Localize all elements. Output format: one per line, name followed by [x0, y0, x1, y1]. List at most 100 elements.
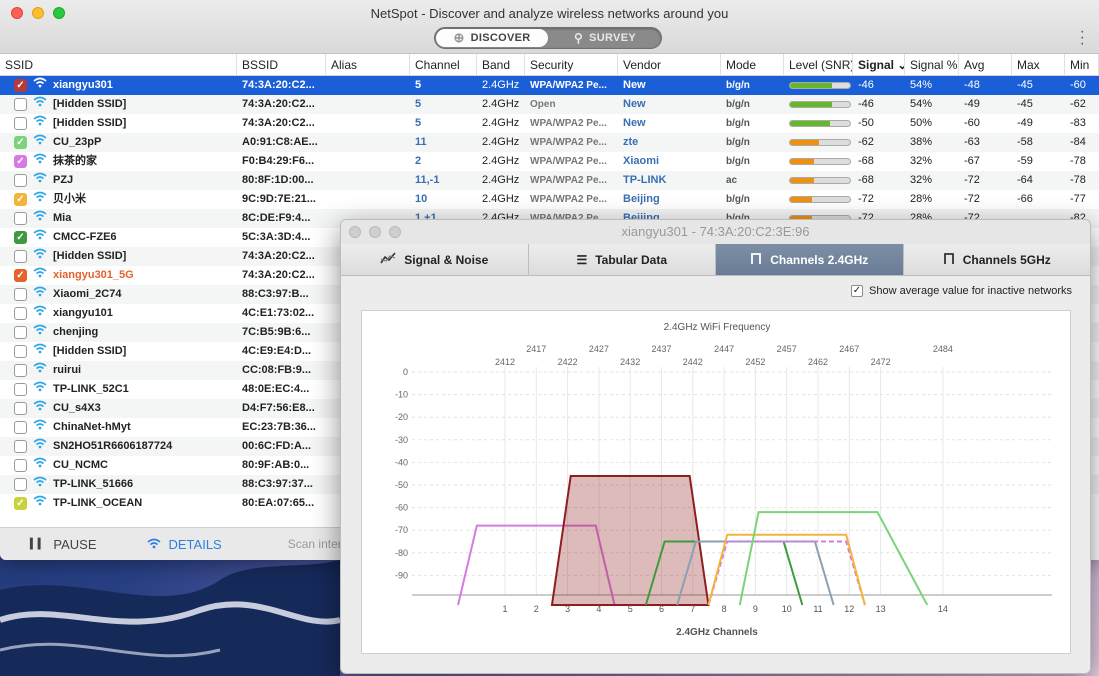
detail-zoom-button[interactable]: [389, 226, 401, 238]
network-checkbox[interactable]: ✓: [14, 497, 27, 510]
snr-level-bar: [789, 158, 851, 165]
column-header-max[interactable]: Max: [1012, 54, 1065, 75]
column-header-level-snr[interactable]: Level (SNR): [784, 54, 853, 75]
signal-pct-cell: 32%: [910, 174, 933, 186]
ssid-label: chenjing: [53, 326, 99, 338]
frequency-label: 2432: [620, 357, 640, 367]
network-checkbox[interactable]: [14, 98, 27, 111]
network-checkbox[interactable]: [14, 345, 27, 358]
discover-label: DISCOVER: [470, 32, 531, 44]
bssid-cell: 7C:B5:9B:6...: [242, 326, 311, 338]
average-option-checkbox[interactable]: ✓: [851, 285, 863, 297]
network-checkbox[interactable]: [14, 364, 27, 377]
pause-button[interactable]: ▍▍ PAUSE: [30, 537, 97, 552]
tab-label: Signal & Noise: [404, 252, 489, 267]
table-row[interactable]: [Hidden SSID] 74:3A:20:C2... 5 2.4GHz WPA/WP…: [0, 114, 1099, 133]
channel-cell: 2: [415, 155, 422, 167]
x-tick-label: 5: [628, 604, 633, 614]
y-tick-label: -40: [395, 457, 408, 467]
signal-pct-cell: 54%: [910, 98, 933, 110]
vendor-cell: New: [623, 79, 646, 91]
column-header-vendor[interactable]: Vendor: [618, 54, 721, 75]
avg-cell: -48: [964, 79, 980, 91]
band-cell: 2.4GHz: [482, 174, 520, 186]
alias-cell: [326, 152, 410, 171]
column-header-min[interactable]: Min: [1065, 54, 1099, 75]
bottom-toolbar: ▍▍ PAUSE DETAILS Scan interva: [0, 527, 354, 560]
table-row[interactable]: ✓ CU_23pP A0:91:C8:AE... 11 2.4GHz WPA/WPA2 P…: [0, 133, 1099, 152]
security-cell: WPA/WPA2 Pe...: [530, 80, 607, 91]
ssid-cell: xiangyu101: [0, 304, 237, 323]
network-checkbox[interactable]: [14, 326, 27, 339]
network-checkbox[interactable]: ✓: [14, 155, 27, 168]
band-cell: 2.4GHz: [482, 193, 520, 205]
network-checkbox[interactable]: ✓: [14, 136, 27, 149]
bssid-cell: 88:C3:97:B...: [242, 288, 309, 300]
wifi-signal-icon: [33, 95, 47, 114]
column-header-signal[interactable]: Signal %: [905, 54, 959, 75]
column-header-band[interactable]: Band: [477, 54, 525, 75]
network-checkbox[interactable]: [14, 212, 27, 225]
tab-channels-5ghz[interactable]: Channels 5GHz: [903, 244, 1090, 275]
network-checkbox[interactable]: ✓: [14, 269, 27, 282]
wifi-signal-icon: [33, 266, 47, 285]
wifi-signal-icon: [33, 494, 47, 513]
ssid-cell: ✓ TP-LINK_OCEAN: [0, 494, 237, 513]
network-checkbox[interactable]: [14, 440, 27, 453]
network-checkbox[interactable]: [14, 421, 27, 434]
table-row[interactable]: [Hidden SSID] 74:3A:20:C2... 5 2.4GHz Open Ne…: [0, 95, 1099, 114]
detail-tabs: Signal & Noise ☰ Tabular Data Channels 2…: [341, 244, 1090, 276]
network-checkbox[interactable]: [14, 383, 27, 396]
vendor-cell: Xiaomi: [623, 155, 660, 167]
discover-mode-button[interactable]: ⊕ DISCOVER: [436, 29, 548, 47]
column-header-mode[interactable]: Mode: [721, 54, 784, 75]
network-checkbox[interactable]: ✓: [14, 79, 27, 92]
detail-minimize-button[interactable]: [369, 226, 381, 238]
bssid-cell: 74:3A:20:C2...: [242, 269, 315, 281]
ssid-cell: Mia: [0, 209, 237, 228]
table-row[interactable]: ✓ 贝小米 9C:9D:7E:21... 10 2.4GHz WPA/WPA2 Pe...…: [0, 190, 1099, 209]
details-button[interactable]: DETAILS: [146, 537, 222, 552]
max-cell: -59: [1017, 155, 1033, 167]
column-header-ssid[interactable]: SSID: [0, 54, 237, 75]
min-cell: -83: [1070, 117, 1086, 129]
column-header-channel[interactable]: Channel: [410, 54, 477, 75]
network-checkbox[interactable]: [14, 250, 27, 263]
detail-close-button[interactable]: [349, 226, 361, 238]
network-checkbox[interactable]: [14, 459, 27, 472]
signal-pct-cell: 32%: [910, 155, 933, 167]
more-options-icon[interactable]: · · ·: [1080, 24, 1085, 52]
table-row[interactable]: PZJ 80:8F:1D:00... 11,-1 2.4GHz WPA/WPA2 Pe.…: [0, 171, 1099, 190]
level-cell: [784, 95, 853, 114]
x-tick-label: 4: [596, 604, 601, 614]
column-header-alias[interactable]: Alias: [326, 54, 410, 75]
table-row[interactable]: ✓ 抹茶的家 F0:B4:29:F6... 2 2.4GHz WPA/WPA2 Pe...…: [0, 152, 1099, 171]
column-header-security[interactable]: Security: [525, 54, 618, 75]
ssid-cell: SN2HO51R6606187724: [0, 437, 237, 456]
x-tick-label: 10: [782, 604, 792, 614]
network-checkbox[interactable]: [14, 402, 27, 415]
network-checkbox[interactable]: [14, 117, 27, 130]
min-cell: -62: [1070, 98, 1086, 110]
wifi-signal-icon: [33, 190, 47, 209]
network-checkbox[interactable]: ✓: [14, 231, 27, 244]
table-row[interactable]: ✓ xiangyu301 74:3A:20:C2... 5 2.4GHz WPA/WPA2…: [0, 76, 1099, 95]
tab-signal-noise[interactable]: Signal & Noise: [341, 244, 529, 275]
column-header-avg[interactable]: Avg: [959, 54, 1012, 75]
survey-mode-button[interactable]: ⚲ SURVEY: [549, 28, 661, 48]
tab-channels-24ghz[interactable]: Channels 2.4GHz: [716, 244, 904, 275]
alias-cell: [326, 190, 410, 209]
network-checkbox[interactable]: [14, 478, 27, 491]
bssid-cell: 74:3A:20:C2...: [242, 98, 315, 110]
network-checkbox[interactable]: [14, 288, 27, 301]
snr-level-fill: [790, 83, 832, 88]
mode-cell: b/g/n: [726, 118, 750, 129]
network-checkbox[interactable]: [14, 174, 27, 187]
signal-cell: -68: [858, 155, 874, 167]
tab-tabular-data[interactable]: ☰ Tabular Data: [528, 244, 716, 275]
network-checkbox[interactable]: [14, 307, 27, 320]
network-checkbox[interactable]: ✓: [14, 193, 27, 206]
pause-icon: ▍▍: [30, 538, 46, 550]
column-header-bssid[interactable]: BSSID: [237, 54, 326, 75]
column-header-signal[interactable]: Signal ⌄: [853, 54, 905, 75]
